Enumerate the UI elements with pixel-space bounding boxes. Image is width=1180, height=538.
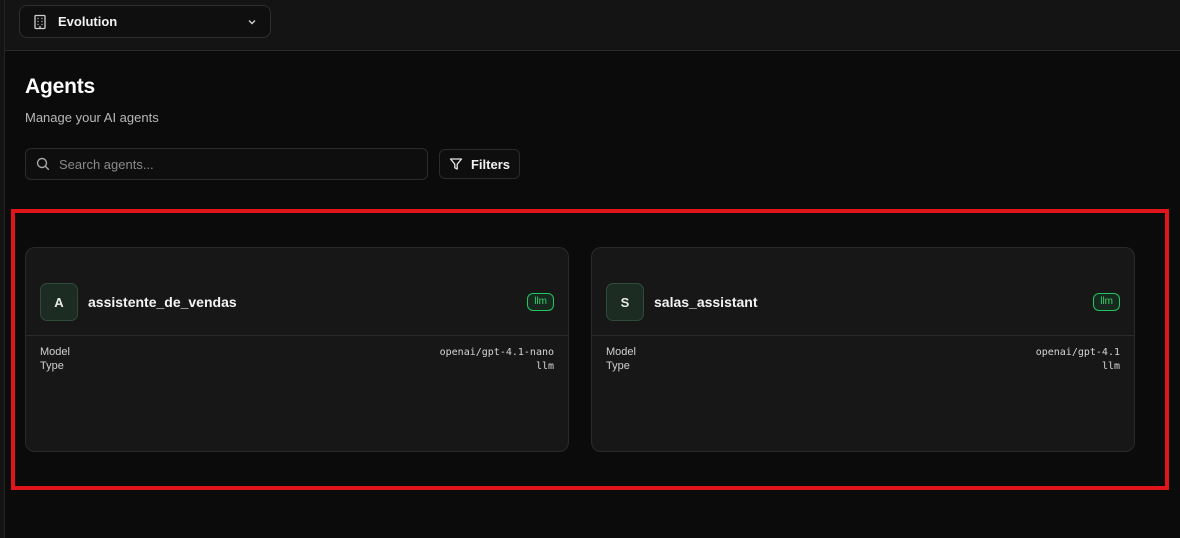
organization-name: Evolution — [58, 14, 118, 29]
type-label: Type — [40, 360, 64, 372]
search-box[interactable] — [25, 148, 428, 180]
search-input[interactable] — [59, 156, 417, 172]
building-icon — [32, 14, 48, 30]
filter-icon — [449, 157, 463, 171]
model-value: openai/gpt-4.1-nano — [439, 347, 554, 358]
organization-selector[interactable]: Evolution — [19, 5, 271, 38]
top-bar: Evolution — [5, 0, 1180, 51]
agent-card[interactable]: A assistente_de_vendas llm Model openai/… — [25, 247, 569, 452]
main-content: Agents Manage your AI agents Filters A a… — [5, 51, 1180, 538]
page-subtitle: Manage your AI agents — [25, 110, 159, 125]
search-icon — [36, 157, 50, 171]
agent-card-header: A assistente_de_vendas llm — [26, 248, 568, 336]
agent-type-badge: llm — [1093, 293, 1120, 311]
agent-name: salas_assistant — [654, 294, 758, 310]
agent-avatar: S — [606, 283, 644, 321]
model-label: Model — [606, 346, 636, 358]
page-title: Agents — [25, 75, 95, 98]
agent-type-badge: llm — [527, 293, 554, 311]
model-value: openai/gpt-4.1 — [1035, 347, 1120, 358]
filters-label: Filters — [470, 156, 510, 172]
type-label: Type — [606, 360, 630, 372]
type-value: llm — [1101, 361, 1120, 372]
type-value: llm — [535, 361, 554, 372]
agent-card-header: S salas_assistant llm — [592, 248, 1134, 336]
agent-avatar: A — [40, 283, 78, 321]
filters-button[interactable]: Filters — [439, 149, 520, 179]
agent-name: assistente_de_vendas — [88, 294, 237, 310]
model-label: Model — [40, 346, 70, 358]
agent-card[interactable]: S salas_assistant llm Model openai/gpt-4… — [591, 247, 1135, 452]
chevron-down-icon — [246, 16, 258, 28]
